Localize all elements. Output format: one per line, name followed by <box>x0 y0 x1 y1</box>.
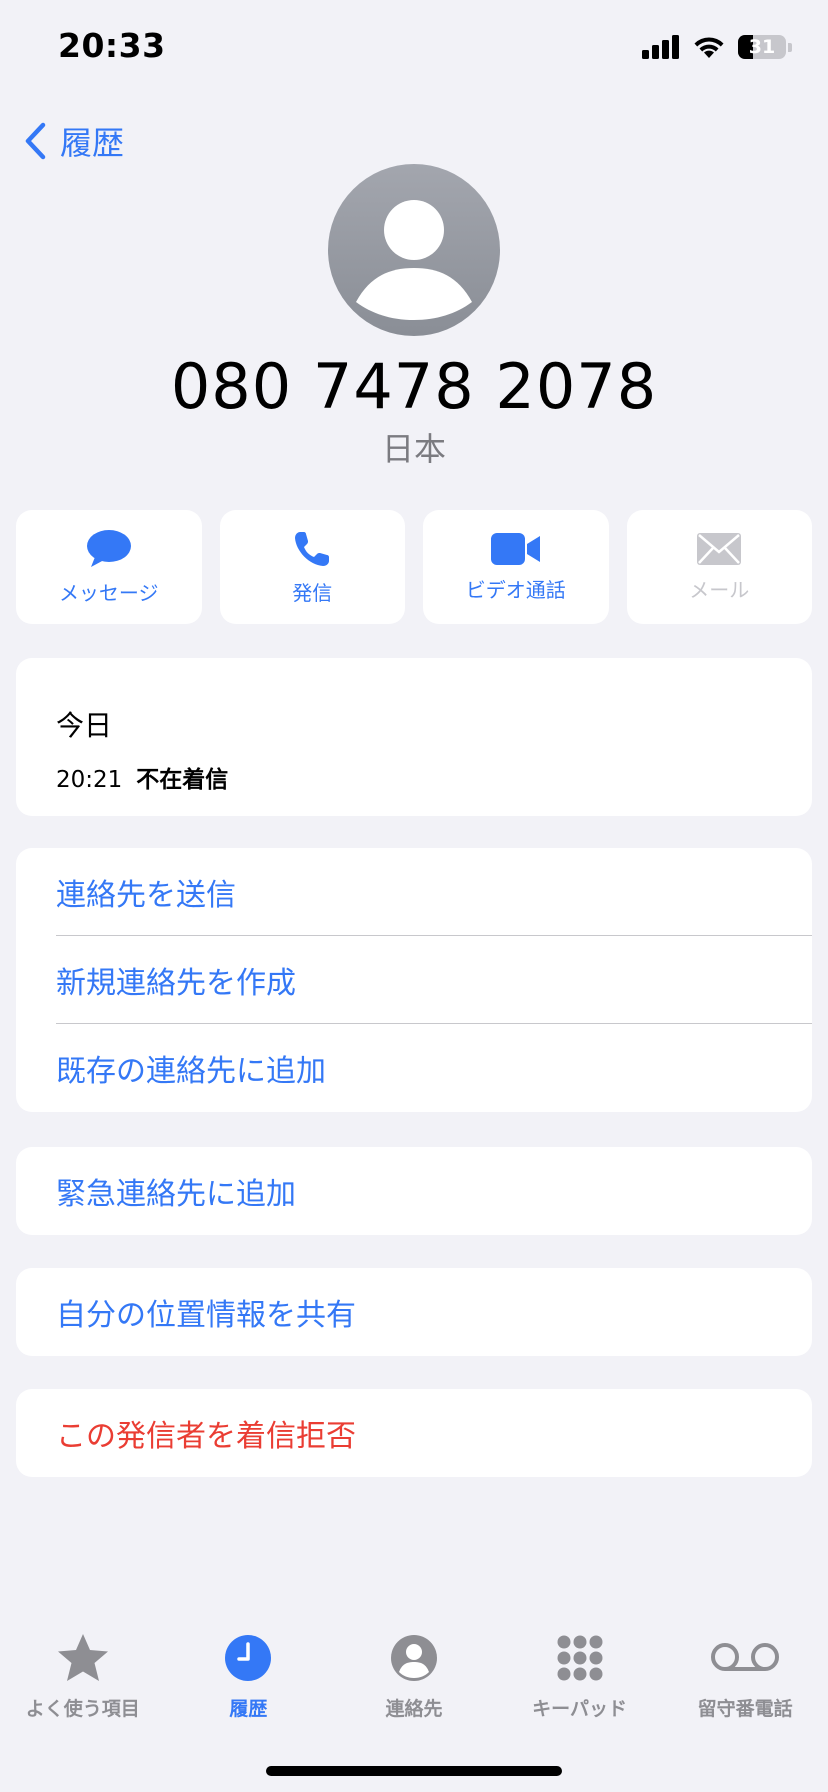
video-call-label: ビデオ通話 <box>465 577 566 602</box>
video-camera-icon <box>490 532 540 565</box>
clock-icon <box>225 1635 272 1681</box>
emergency-card: 緊急連絡先に追加 <box>16 1147 812 1235</box>
battery-nub <box>788 42 792 52</box>
tab-voicemail[interactable]: 留守番電話 <box>662 1628 828 1721</box>
person-circle-icon <box>390 1635 437 1681</box>
quick-actions: メッセージ 発信 ビデオ通話 メール <box>16 510 812 624</box>
envelope-icon <box>697 532 742 565</box>
message-label: メッセージ <box>58 580 159 605</box>
call-button[interactable]: 発信 <box>219 510 405 624</box>
contact-avatar <box>328 164 500 336</box>
recent-call-entry: 20:21 不在着信 <box>56 760 228 794</box>
recent-calls-card: 今日 20:21 不在着信 <box>16 658 812 816</box>
keypad-icon <box>557 1635 603 1681</box>
message-button[interactable]: メッセージ <box>16 510 202 624</box>
phone-icon <box>295 531 330 566</box>
star-icon <box>57 1634 108 1681</box>
mail-button[interactable]: メール <box>626 510 812 624</box>
tab-favorites-label: よく使う項目 <box>25 1698 140 1720</box>
tab-bar: よく使う項目 履歴 連絡先 キーパッド 留守番電話 <box>0 1628 828 1721</box>
add-emergency-contact-button[interactable]: 緊急連絡先に追加 <box>16 1147 812 1235</box>
block-caller-card: この発信者を着信拒否 <box>16 1389 812 1477</box>
tab-recents[interactable]: 履歴 <box>166 1628 332 1721</box>
home-indicator <box>266 1766 562 1776</box>
call-label: 発信 <box>292 580 333 605</box>
back-button[interactable]: 履歴 <box>24 118 124 164</box>
tab-favorites[interactable]: よく使う項目 <box>0 1628 166 1721</box>
status-icons: 31 <box>642 34 792 60</box>
voicemail-icon <box>711 1643 780 1671</box>
tab-recents-label: 履歴 <box>229 1698 268 1720</box>
add-to-existing-contact-button[interactable]: 既存の連絡先に追加 <box>16 1024 812 1112</box>
share-location-button[interactable]: 自分の位置情報を共有 <box>16 1268 812 1356</box>
recent-call-time: 20:21 <box>56 767 123 793</box>
recent-day: 今日 <box>56 709 113 742</box>
recent-call-type: 不在着信 <box>136 767 229 793</box>
tab-contacts-label: 連絡先 <box>385 1698 443 1720</box>
contact-actions-card: 連絡先を送信 新規連絡先を作成 既存の連絡先に追加 <box>16 848 812 1112</box>
tab-contacts[interactable]: 連絡先 <box>331 1628 497 1721</box>
video-call-button[interactable]: ビデオ通話 <box>423 510 609 624</box>
status-time: 20:33 <box>58 26 166 65</box>
phone-country: 日本 <box>381 430 446 468</box>
message-bubble-icon <box>86 529 131 567</box>
battery-percent: 31 <box>748 36 776 58</box>
person-silhouette-icon <box>356 200 472 320</box>
tab-keypad-label: キーパッド <box>532 1698 627 1720</box>
wifi-icon <box>694 37 724 58</box>
mail-label: メール <box>689 577 750 602</box>
send-contact-button[interactable]: 連絡先を送信 <box>16 848 812 936</box>
cellular-signal-icon <box>642 35 679 59</box>
phone-number: 080 7478 2078 <box>170 350 658 423</box>
share-location-card: 自分の位置情報を共有 <box>16 1268 812 1356</box>
battery-icon: 31 <box>738 35 786 59</box>
tab-keypad[interactable]: キーパッド <box>497 1628 663 1721</box>
back-label: 履歴 <box>60 124 125 162</box>
chevron-left-icon <box>25 122 46 160</box>
block-caller-button[interactable]: この発信者を着信拒否 <box>16 1389 812 1477</box>
tab-voicemail-label: 留守番電話 <box>697 1698 793 1720</box>
create-contact-button[interactable]: 新規連絡先を作成 <box>16 936 812 1024</box>
